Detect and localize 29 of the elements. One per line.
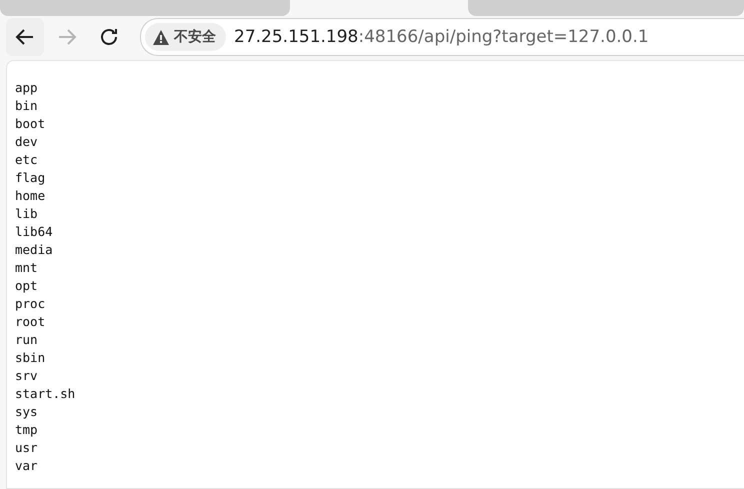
- output-line: sys: [15, 403, 39, 421]
- url-text: 27.25.151.198:48166/api/ping?target=127.0.0.1: [234, 27, 649, 47]
- output-line: sbin: [15, 349, 46, 367]
- output-line: app: [15, 79, 39, 97]
- output-line: home: [15, 187, 46, 205]
- output-line: srv: [15, 367, 39, 385]
- output-line: usr: [15, 439, 39, 457]
- reload-icon: [98, 26, 120, 48]
- output-line: mnt: [15, 259, 39, 277]
- output-line: root: [15, 313, 46, 331]
- output-line: boot: [15, 115, 46, 133]
- browser-tab[interactable]: [468, 0, 744, 16]
- output-line: lib64: [15, 223, 54, 241]
- output-line: tmp: [15, 421, 39, 439]
- address-bar[interactable]: 不安全 27.25.151.198:48166/api/ping?target=127.0.0.1: [140, 18, 744, 56]
- output-line: flag: [15, 169, 46, 187]
- output-line: proc: [15, 295, 46, 313]
- warning-icon: [153, 30, 169, 44]
- security-chip[interactable]: 不安全: [145, 23, 226, 51]
- output-line: opt: [15, 277, 39, 295]
- output-line: dev: [15, 133, 39, 151]
- output-line: var: [15, 457, 39, 475]
- output-line: media: [15, 241, 54, 259]
- output-line: run: [15, 331, 39, 349]
- output-line: lib: [15, 205, 39, 223]
- back-button[interactable]: [6, 18, 44, 56]
- output-line: etc: [15, 151, 39, 169]
- output-line: start.sh: [15, 385, 76, 403]
- output-line: bin: [15, 97, 39, 115]
